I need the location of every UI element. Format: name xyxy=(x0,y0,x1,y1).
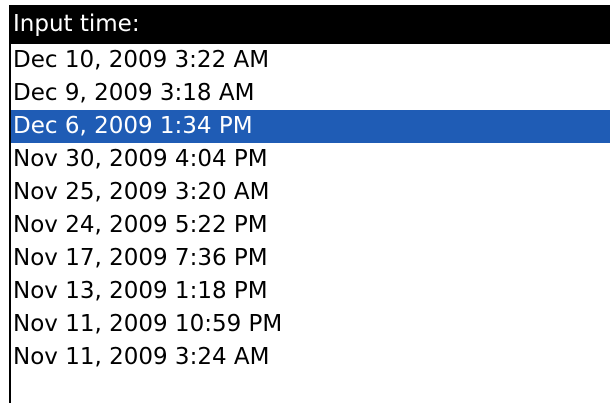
time-list-item[interactable]: Dec 10, 2009 3:22 AM xyxy=(11,44,610,77)
time-list-item[interactable]: Dec 9, 2009 3:18 AM xyxy=(11,77,610,110)
time-list-item[interactable]: Nov 11, 2009 10:59 PM xyxy=(11,308,610,341)
screen-title-label: Input time: xyxy=(13,11,140,37)
screen-title: Input time: xyxy=(11,5,610,44)
time-list-item-selected[interactable]: Dec 6, 2009 1:34 PM xyxy=(11,110,610,143)
time-list-item-label: Nov 17, 2009 7:36 PM xyxy=(13,245,268,271)
time-list-item-label: Nov 25, 2009 3:20 AM xyxy=(13,179,270,205)
time-list-item[interactable]: Nov 24, 2009 5:22 PM xyxy=(11,209,610,242)
time-list-item-label: Dec 10, 2009 3:22 AM xyxy=(13,47,270,73)
time-list-item[interactable]: Nov 30, 2009 4:04 PM xyxy=(11,143,610,176)
time-picker-screen: Input time: Dec 10, 2009 3:22 AM Dec 9, … xyxy=(9,5,610,403)
time-list-item[interactable]: Nov 17, 2009 7:36 PM xyxy=(11,242,610,275)
time-list-item-label: Nov 13, 2009 1:18 PM xyxy=(13,278,268,304)
time-list-item-label: Nov 11, 2009 3:24 AM xyxy=(13,344,270,370)
time-list: Dec 10, 2009 3:22 AM Dec 9, 2009 3:18 AM… xyxy=(11,44,610,374)
time-list-item-label: Nov 30, 2009 4:04 PM xyxy=(13,146,268,172)
time-list-item[interactable]: Nov 11, 2009 3:24 AM xyxy=(11,341,610,374)
time-list-item-label: Nov 24, 2009 5:22 PM xyxy=(13,212,268,238)
time-list-item-label: Nov 11, 2009 10:59 PM xyxy=(13,311,283,337)
time-list-item-label: Dec 6, 2009 1:34 PM xyxy=(13,113,253,139)
time-list-item-label: Dec 9, 2009 3:18 AM xyxy=(13,80,255,106)
time-list-item[interactable]: Nov 13, 2009 1:18 PM xyxy=(11,275,610,308)
time-list-item[interactable]: Nov 25, 2009 3:20 AM xyxy=(11,176,610,209)
